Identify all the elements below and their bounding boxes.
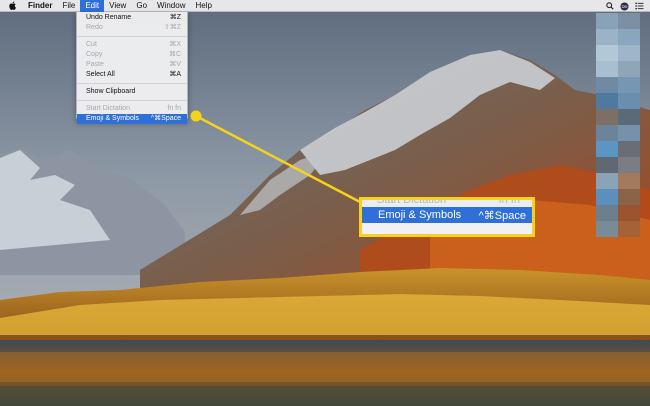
callout-emoji-symbols-item[interactable]: Emoji & Symbols ^⌘Space [362,207,532,223]
callout-pointer-dot [190,110,202,122]
callout-pointer [190,110,363,205]
callout-item-shortcut: ^⌘Space [478,209,526,222]
callout-pointer-line [195,114,363,205]
callout-menu-remainder [362,223,532,234]
callout-item-label: Emoji & Symbols [378,209,462,221]
callout-ghost-shortcut: fn fn [498,197,520,206]
callout-ghost-start-dictation: Start Dictation [377,197,447,206]
zoom-callout: Start Dictation fn fn Emoji & Symbols ^⌘… [359,197,535,237]
